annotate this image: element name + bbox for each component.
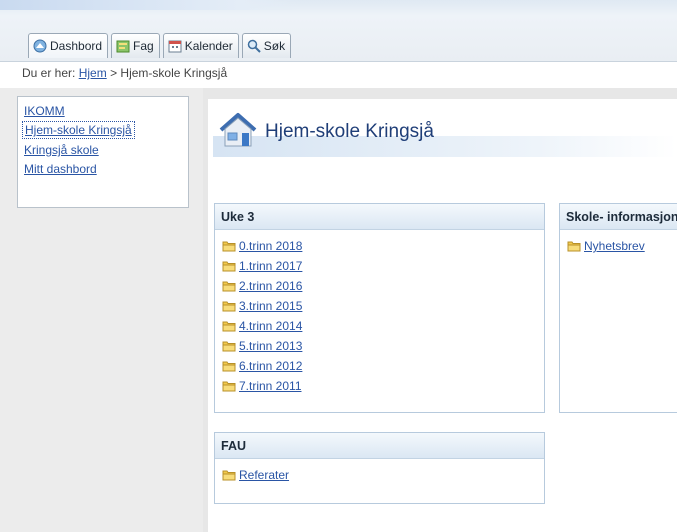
folder-link[interactable]: Nyhetsbrev [584, 239, 645, 253]
folder-link[interactable]: Referater [239, 468, 289, 482]
folder-icon [222, 380, 236, 392]
tab-sok[interactable]: Søk [241, 33, 292, 58]
folder-link[interactable]: 6.trinn 2012 [239, 359, 302, 373]
folder-icon [222, 260, 236, 272]
folder-link[interactable]: 4.trinn 2014 [239, 319, 302, 333]
dashboard-icon [33, 39, 47, 53]
main-tabs: Dashbord Fag Kalender Søk [28, 33, 292, 58]
tab-label: Kalender [184, 39, 233, 53]
breadcrumb-current: Hjem-skole Kringsjå [120, 66, 228, 80]
folder-icon [222, 240, 236, 252]
folder-link[interactable]: 5.trinn 2013 [239, 339, 302, 353]
list-item: Referater [222, 465, 544, 485]
folder-icon [567, 240, 581, 252]
breadcrumb-separator: > [110, 66, 118, 80]
breadcrumb-link-hjem[interactable]: Hjem [79, 66, 107, 80]
box-title: FAU [215, 433, 544, 459]
box-skole-informasjon: Skole- informasjon Nyhetsbrev [559, 203, 677, 413]
tab-label: Dashbord [50, 39, 103, 53]
folder-link[interactable]: 7.trinn 2011 [239, 379, 302, 393]
list-item: 4.trinn 2014 [222, 316, 544, 336]
house-icon [217, 110, 259, 153]
sidebar-nav: IKOMM Hjem-skole Kringsjå Kringsjå skole… [17, 96, 189, 208]
folder-icon [222, 469, 236, 481]
folder-list: Nyhetsbrev [560, 230, 677, 256]
folder-link[interactable]: 2.trinn 2016 [239, 279, 302, 293]
search-icon [247, 39, 261, 53]
folder-icon [222, 360, 236, 372]
box-title: Uke 3 [215, 204, 544, 230]
list-item: 1.trinn 2017 [222, 256, 544, 276]
sidebar-item-kringsja-skole[interactable]: Kringsjå skole [23, 141, 188, 160]
box-uke: Uke 3 0.trinn 2018 1.trinn 2017 2.trinn … [214, 203, 545, 413]
folder-link[interactable]: 1.trinn 2017 [239, 259, 302, 273]
subjects-icon [116, 39, 130, 53]
list-item: Nyhetsbrev [567, 236, 677, 256]
page-title: Hjem-skole Kringsjå [265, 120, 434, 142]
box-title: Skole- informasjon [560, 204, 677, 230]
list-item: 3.trinn 2015 [222, 296, 544, 316]
sidebar-item-mitt-dashbord[interactable]: Mitt dashbord [23, 160, 188, 179]
page-header: Hjem-skole Kringsjå [217, 110, 434, 153]
folder-icon [222, 340, 236, 352]
sidebar-item-hjem-skole[interactable]: Hjem-skole Kringsjå [22, 121, 135, 139]
list-item: 7.trinn 2011 [222, 376, 544, 396]
list-item: 0.trinn 2018 [222, 236, 544, 256]
sidebar-item-ikomm[interactable]: IKOMM [23, 102, 188, 121]
list-item: 2.trinn 2016 [222, 276, 544, 296]
tab-fag[interactable]: Fag [111, 33, 160, 58]
list-item: 6.trinn 2012 [222, 356, 544, 376]
breadcrumb: Du er her: Hjem > Hjem-skole Kringsjå [22, 66, 227, 80]
banner-swoosh [0, 0, 300, 10]
folder-list: Referater [215, 459, 544, 485]
folder-link[interactable]: 0.trinn 2018 [239, 239, 302, 253]
folder-icon [222, 300, 236, 312]
folder-icon [222, 320, 236, 332]
folder-list: 0.trinn 2018 1.trinn 2017 2.trinn 2016 3… [215, 230, 544, 396]
folder-icon [222, 280, 236, 292]
tab-dashbord[interactable]: Dashbord [28, 33, 109, 58]
folder-link[interactable]: 3.trinn 2015 [239, 299, 302, 313]
tab-label: Søk [263, 39, 286, 53]
tab-label: Fag [133, 39, 154, 53]
calendar-icon [168, 39, 182, 53]
breadcrumb-prefix: Du er her: [22, 66, 76, 80]
box-fau: FAU Referater [214, 432, 545, 504]
top-banner: Dashbord Fag Kalender Søk [0, 0, 677, 62]
list-item: 5.trinn 2013 [222, 336, 544, 356]
tab-kalender[interactable]: Kalender [162, 33, 239, 58]
